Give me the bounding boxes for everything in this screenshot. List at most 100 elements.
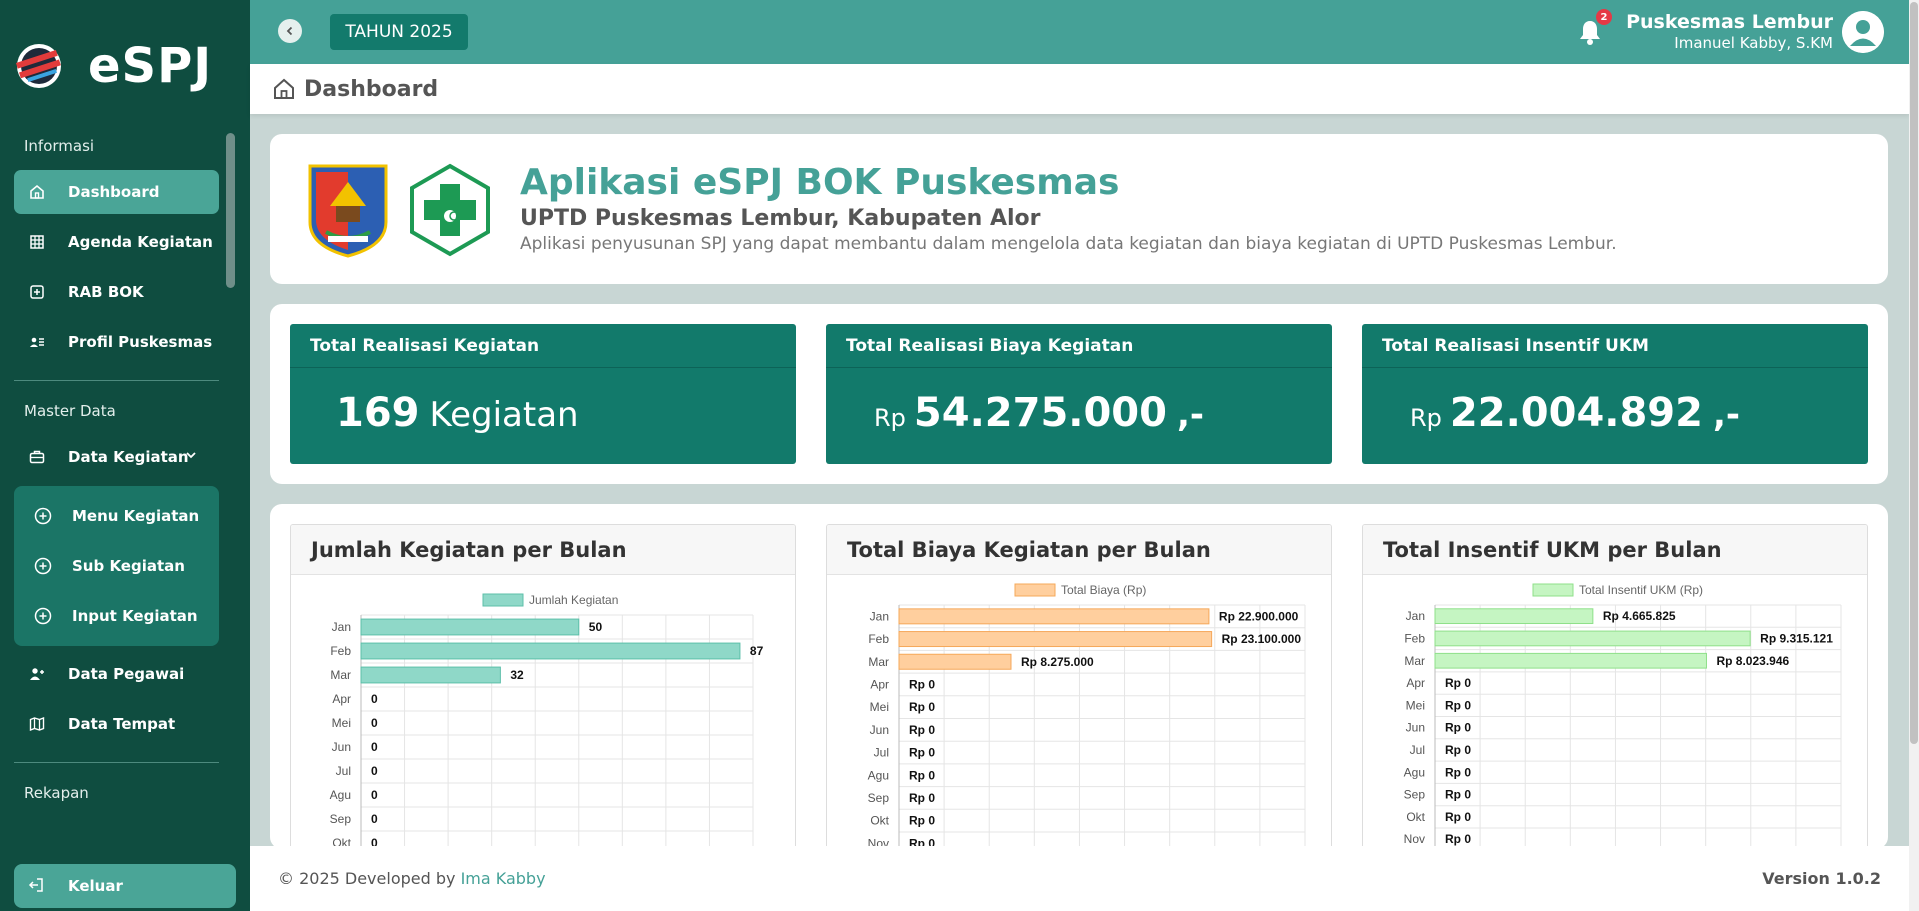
sidebar-item-label: Data Tempat (68, 715, 176, 733)
hero-title: Aplikasi eSPJ BOK Puskesmas (520, 162, 1120, 203)
year-selector[interactable]: TAHUN 2025 (330, 14, 468, 50)
data-label: Rp 9.315.121 (1760, 631, 1833, 645)
stats-card: Total Realisasi Kegiatan 169 Kegiatan To… (270, 304, 1888, 484)
data-label: Rp 8.023.946 (1716, 654, 1789, 668)
stat-value-group: 169 Kegiatan (336, 390, 579, 436)
logout-button[interactable]: Keluar (14, 864, 236, 908)
stat-title: Total Realisasi Kegiatan (290, 324, 796, 368)
tick-label: Apr (870, 677, 889, 691)
stat-value-group: Rp 54.275.000 ,- (874, 390, 1204, 436)
sidebar-subitem-sub-kegiatan[interactable]: Sub Kegiatan (14, 546, 204, 586)
data-label: Rp 0 (909, 677, 935, 691)
sidebar-item-data-tempat[interactable]: Data Tempat (14, 702, 219, 746)
tick-label: Apr (332, 692, 351, 706)
section-label-rekapan: Rekapan (24, 784, 89, 802)
tick-label: Mar (330, 668, 351, 682)
sidebar-scrollbar[interactable] (226, 133, 235, 288)
page-header: Dashboard (250, 64, 1909, 114)
sidebar-subitem-input-kegiatan[interactable]: Input Kegiatan (14, 596, 204, 636)
notification-count-badge: 2 (1596, 9, 1612, 25)
chart-svg: Jumlah Kegiatan Jan 50 Feb 87 Mar 32 Apr 0 Mei 0 Ju… (330, 593, 764, 849)
stat-value: 54.275.000 (913, 390, 1167, 436)
legend-swatch (1532, 583, 1574, 597)
footer-credit: © 2025 Developed by Ima Kabby (278, 869, 546, 888)
sidebar-item-dashboard[interactable]: Dashboard (14, 170, 219, 214)
map-icon (28, 715, 46, 733)
data-label: 0 (371, 692, 378, 706)
sidebar-subitem-menu-kegiatan[interactable]: Menu Kegiatan (14, 496, 204, 536)
tick-label: Sep (1404, 788, 1426, 802)
tick-label: Jan (1406, 609, 1425, 623)
tick-label: Mar (868, 655, 889, 669)
footer-author-link[interactable]: Ima Kabby (461, 869, 546, 888)
bar (1434, 630, 1751, 647)
sidebar-item-label: RAB BOK (68, 283, 144, 301)
sidebar-toggle-button[interactable] (278, 19, 302, 43)
sidebar-item-data-pegawai[interactable]: Data Pegawai (14, 652, 219, 696)
footer-version: Version 1.0.2 (1762, 869, 1881, 888)
chart-title: Jumlah Kegiatan per Bulan (291, 525, 795, 575)
stat-unit: Kegiatan (429, 395, 579, 435)
tick-label: Mei (332, 716, 351, 730)
brand[interactable]: eSPJ (14, 38, 212, 94)
plus-circle-icon (34, 557, 52, 575)
sidebar-item-data-kegiatan[interactable]: Data Kegiatan (14, 435, 219, 479)
stat-total-biaya: Total Realisasi Biaya Kegiatan Rp 54.275… (826, 324, 1332, 464)
chart-title: Total Insentif UKM per Bulan (1363, 525, 1867, 575)
tick-label: Feb (1404, 631, 1425, 645)
data-label: Rp 0 (1445, 676, 1471, 690)
sidebar-item-profil-puskesmas[interactable]: Profil Puskesmas (14, 320, 219, 364)
bar (1434, 608, 1594, 625)
user-org-name: Puskesmas Lembur (1626, 11, 1833, 33)
data-label: Rp 0 (909, 768, 935, 782)
data-label: Rp 23.100.000 (1222, 632, 1302, 646)
hero-description: Aplikasi penyusunan SPJ yang dapat memba… (520, 234, 1617, 254)
plus-circle-icon (34, 507, 52, 525)
data-label: Rp 22.900.000 (1219, 609, 1299, 623)
home-icon (274, 78, 294, 99)
espj-logo-icon (15, 44, 61, 88)
user-info[interactable]: Puskesmas Lembur Imanuel Kabby, S.KM (1626, 11, 1833, 52)
page-scrollbar[interactable] (1909, 0, 1919, 911)
data-label: Rp 0 (1445, 698, 1471, 712)
stat-suffix: ,- (1712, 395, 1740, 435)
data-label: Rp 0 (1445, 810, 1471, 824)
chevron-left-icon (286, 26, 293, 36)
tick-label: Jul (1410, 743, 1425, 757)
chart-jumlah-kegiatan: Jumlah Kegiatan per Bulan Jumlah Kegiata… (290, 524, 796, 849)
footer-copyright: © 2025 Developed by (278, 869, 456, 888)
sidebar-subitem-label: Input Kegiatan (72, 607, 198, 625)
topbar: TAHUN 2025 2 Puskesmas Lembur Imanuel Ka… (250, 0, 1919, 64)
sidebar-menu: Informasi Dashboard Agenda Kegiatan RAB … (0, 130, 250, 847)
stat-value-group: Rp 22.004.892 ,- (1410, 390, 1740, 436)
tick-label: Sep (868, 791, 890, 805)
sidebar-item-label: Dashboard (68, 183, 160, 201)
sidebar-item-agenda-kegiatan[interactable]: Agenda Kegiatan (14, 220, 219, 264)
data-label: 0 (371, 740, 378, 754)
avatar[interactable] (1842, 11, 1884, 53)
tick-label: Sep (330, 812, 352, 826)
bar (360, 642, 741, 660)
bar (360, 618, 580, 636)
tick-label: Nov (1404, 832, 1425, 846)
plus-square-icon (28, 283, 46, 301)
tick-label: Agu (1404, 765, 1425, 779)
chart-title: Total Biaya Kegiatan per Bulan (827, 525, 1331, 575)
data-label: Rp 0 (909, 791, 935, 805)
app-name: eSPJ (88, 38, 213, 94)
stat-total-insentif: Total Realisasi Insentif UKM Rp 22.004.8… (1362, 324, 1868, 464)
hero-card: Aplikasi eSPJ BOK Puskesmas UPTD Puskesm… (270, 134, 1888, 284)
user-name: Imanuel Kabby, S.KM (1674, 34, 1833, 52)
legend-label: Jumlah Kegiatan (529, 593, 618, 607)
tick-label: Mar (1404, 654, 1425, 668)
plus-circle-icon (34, 607, 52, 625)
footer: © 2025 Developed by Ima Kabby Version 1.… (250, 846, 1909, 911)
data-label: Rp 0 (909, 814, 935, 828)
logout-label: Keluar (68, 877, 123, 895)
legend-swatch (482, 593, 524, 607)
tick-label: Mei (1406, 698, 1425, 712)
sidebar-item-rab-bok[interactable]: RAB BOK (14, 270, 219, 314)
page-scrollbar-thumb[interactable] (1910, 2, 1918, 744)
data-label: 32 (510, 668, 524, 682)
data-label: 0 (371, 812, 378, 826)
